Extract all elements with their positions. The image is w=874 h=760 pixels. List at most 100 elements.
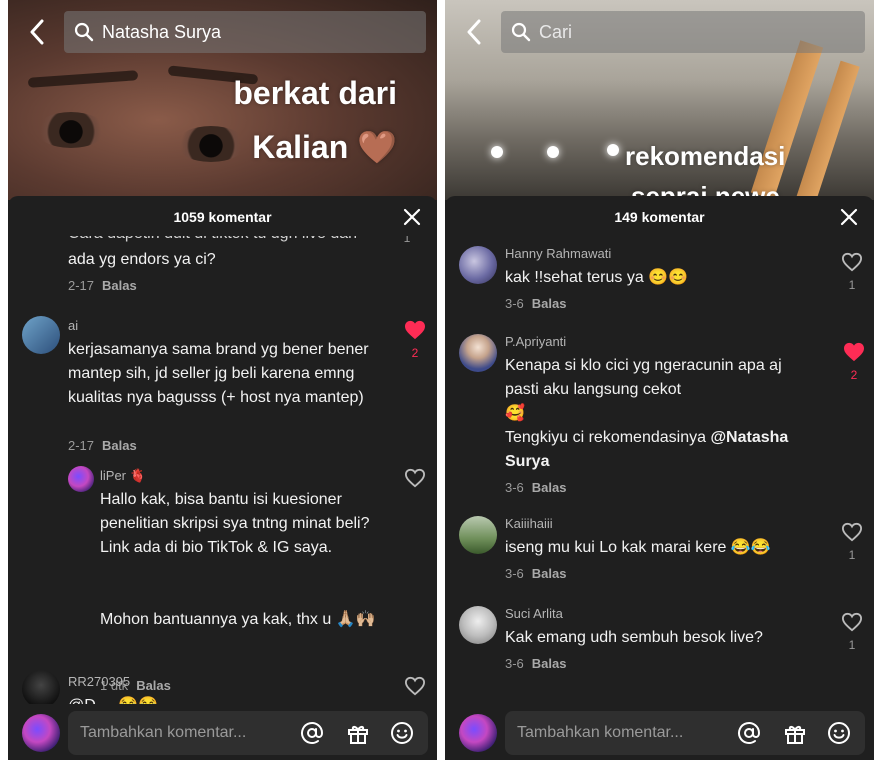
video-overlay-text: berkat dari Kalian 🤎 — [233, 66, 397, 174]
back-icon — [467, 19, 481, 45]
comment-date: 3-6 — [505, 480, 524, 495]
comment-date: 3-6 — [505, 566, 524, 581]
face-eye — [36, 112, 106, 148]
comment-text: iseng mu kui Lo kak marai kere 😂😂 — [505, 539, 771, 556]
comment-meta: 2-17 Balas — [68, 278, 137, 293]
comment-input[interactable]: Tambahkan komentar... — [68, 711, 428, 755]
comment-input-placeholder: Tambahkan komentar... — [517, 724, 684, 741]
top-bar: Natasha Surya — [8, 10, 437, 54]
heart-icon — [841, 612, 863, 632]
ceiling-light — [607, 144, 619, 156]
back-button[interactable] — [22, 16, 52, 48]
gift-icon[interactable] — [346, 721, 370, 745]
comment-meta: 3-6 Balas — [505, 656, 567, 671]
like-button[interactable] — [401, 468, 429, 493]
comment-username[interactable]: ai — [68, 318, 78, 333]
avatar[interactable] — [459, 334, 497, 372]
comments-sheet: 149 komentar Hanny Rahmawati kak !!sehat… — [445, 196, 874, 760]
comment-username[interactable]: Suci Arlita — [505, 606, 563, 621]
comment-date: 3-6 — [505, 656, 524, 671]
like-count: 1 — [403, 236, 411, 245]
avatar[interactable] — [22, 316, 60, 354]
reply-button[interactable]: Balas — [102, 278, 137, 293]
avatar[interactable] — [459, 516, 497, 554]
comment-date: 3-6 — [505, 296, 524, 311]
like-button[interactable]: 1 — [838, 252, 866, 292]
left-screen: berkat dari Kalian 🤎 Natasha Surya 1059 … — [8, 0, 437, 760]
search-input[interactable]: Natasha Surya — [64, 11, 426, 53]
at-icon[interactable] — [300, 721, 324, 745]
gift-icon[interactable] — [783, 721, 807, 745]
emoji-icon[interactable] — [827, 721, 851, 745]
avatar[interactable] — [22, 670, 60, 704]
comment-date: 2-17 — [68, 278, 95, 293]
comment-input[interactable]: Tambahkan komentar... — [505, 711, 865, 755]
emoji-icon[interactable] — [390, 721, 414, 745]
heart-icon — [405, 320, 425, 340]
close-icon[interactable] — [840, 208, 858, 226]
like-button[interactable]: 2 — [840, 342, 868, 382]
search-icon — [74, 22, 94, 42]
reply-button[interactable]: Balas — [532, 656, 567, 671]
back-icon — [30, 19, 44, 45]
comment-date: 2-17 — [68, 438, 95, 453]
at-icon[interactable] — [737, 721, 761, 745]
like-count: 1 — [848, 278, 856, 292]
comments-sheet: 1059 komentar Cara dapetin duit di tikto… — [8, 196, 437, 760]
right-screen: rekomendasi seprai newe Cari 149 komenta… — [445, 0, 874, 760]
comment-list[interactable]: Cara dapetin duit di tiktok tu dgn live … — [8, 236, 437, 704]
comment-meta: 3-6 Balas — [505, 480, 567, 495]
ceiling-light — [491, 146, 503, 158]
comment-list[interactable]: Hanny Rahmawati kak !!sehat terus ya 😊😊 … — [445, 236, 874, 704]
heart-icon — [404, 468, 426, 488]
comment-count-title: 1059 komentar — [173, 209, 272, 225]
search-placeholder: Cari — [539, 21, 573, 42]
like-button[interactable] — [401, 676, 429, 701]
reply-button[interactable]: Balas — [102, 438, 137, 453]
comment-text: Kak emang udh sembuh besok live? — [505, 629, 763, 646]
face-brow — [27, 70, 139, 88]
avatar — [459, 714, 497, 752]
comment-count-title: 149 komentar — [614, 209, 705, 225]
comment-text: Tengkiyu ci rekomendasinya @Natasha Sury… — [505, 426, 825, 474]
overlay-line: rekomendasi — [625, 141, 786, 171]
video-overlay-text: rekomendasi seprai newe — [625, 136, 785, 200]
avatar[interactable] — [459, 246, 497, 284]
comment-text: Hallo kak, bisa bantu isi kuesioner pene… — [100, 491, 370, 556]
reply-button[interactable]: Balas — [532, 296, 567, 311]
comment-username[interactable]: liPer 🫀 — [100, 468, 146, 484]
ceiling-light — [547, 146, 559, 158]
top-bar: Cari — [445, 10, 874, 54]
comment-text: Kenapa si klo cici yg ngeracunin apa aj … — [505, 357, 782, 398]
avatar[interactable] — [68, 466, 94, 492]
comment-composer: Tambahkan komentar... — [8, 704, 437, 760]
sheet-header: 1059 komentar — [8, 196, 437, 236]
comment-emoji: 🥰 — [505, 405, 525, 422]
overlay-line: Kalian 🤎 — [252, 129, 397, 165]
comment-username[interactable]: P.Apriyanti — [505, 334, 566, 349]
like-button[interactable]: 2 — [401, 320, 429, 360]
like-button[interactable]: 1 — [838, 612, 866, 652]
comment-text-partial: Cara dapetin duit di tiktok tu dgn live … — [68, 236, 408, 246]
like-button[interactable]: 1 — [393, 236, 421, 245]
comment-text-prefix: Tengkiyu ci rekomendasinya — [505, 429, 711, 446]
comment-username[interactable]: Hanny Rahmawati — [505, 246, 611, 261]
search-query: Natasha Surya — [102, 21, 222, 42]
search-input[interactable]: Cari — [501, 11, 865, 53]
overlay-line: berkat dari — [233, 75, 397, 111]
avatar[interactable] — [459, 606, 497, 644]
comment-text: Mohon bantuannya ya kak, thx u 🙏🏼🙌🏼 — [100, 611, 376, 628]
reply-button[interactable]: Balas — [136, 678, 171, 693]
close-icon[interactable] — [403, 208, 421, 226]
back-button[interactable] — [459, 16, 489, 48]
reply-button[interactable]: Balas — [532, 566, 567, 581]
sheet-header: 149 komentar — [445, 196, 874, 236]
heart-icon — [844, 342, 864, 362]
reply-button[interactable]: Balas — [532, 480, 567, 495]
like-count: 2 — [850, 368, 858, 382]
like-button[interactable]: 1 — [838, 522, 866, 562]
comment-username[interactable]: RR270395 — [68, 674, 130, 689]
comment-text: kerjasamanya sama brand yg bener bener m… — [68, 341, 369, 406]
comment-meta: 2-17 Balas — [68, 438, 137, 453]
comment-username[interactable]: Kaiiihaiii — [505, 516, 553, 531]
